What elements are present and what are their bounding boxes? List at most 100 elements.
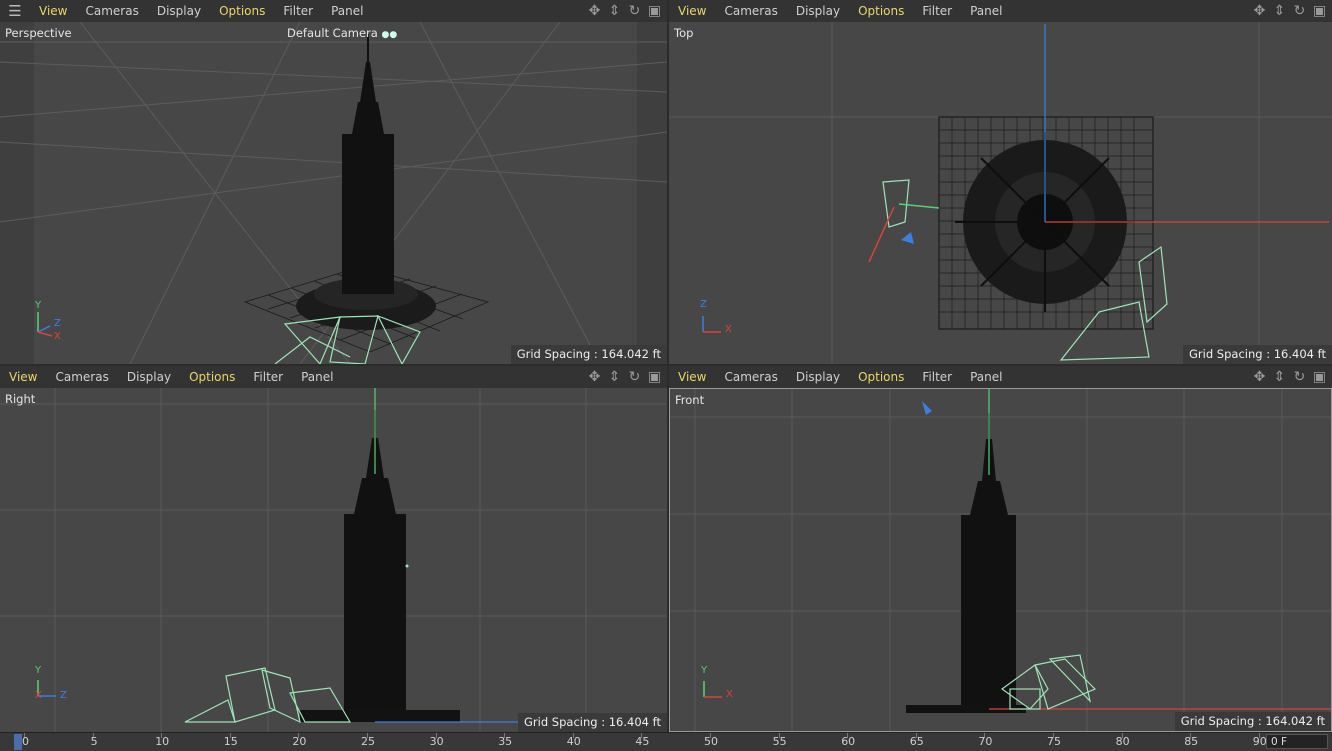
grid-spacing-readout: Grid Spacing : 164.042 ft [1174, 712, 1331, 731]
timeline-tick-label: 15 [223, 735, 238, 748]
timeline-tick-label: 60 [841, 735, 856, 748]
menu-display[interactable]: Display [787, 0, 849, 22]
timeline-tick-label: 45 [635, 735, 650, 748]
maximize-icon[interactable]: ▣ [646, 2, 663, 19]
menu-options[interactable]: Options [849, 0, 913, 22]
menu-cameras[interactable]: Cameras [76, 0, 147, 22]
viewport-menu-bar: View Cameras Display Options Filter Pane… [669, 366, 1332, 388]
menu-filter[interactable]: Filter [913, 0, 961, 22]
timeline-tick-label: 75 [1047, 735, 1061, 748]
rotate-icon[interactable]: ↻ [1291, 2, 1308, 19]
timeline-tick-label: 25 [361, 735, 375, 748]
axis-z-label: Z [700, 299, 707, 310]
menu-view[interactable]: View [0, 366, 46, 388]
axis-y-label: Y [701, 665, 708, 676]
viewport-canvas[interactable]: Perspective Default Camera ●● Y Z X Grid… [0, 22, 667, 364]
axis-y-label: Y [35, 300, 42, 311]
timeline-tick-label: 20 [292, 735, 307, 748]
menu-display[interactable]: Display [787, 366, 849, 388]
move-icon[interactable]: ✥ [1251, 368, 1268, 385]
rotate-icon[interactable]: ↻ [626, 2, 643, 19]
maximize-icon[interactable]: ▣ [1311, 368, 1328, 385]
axis-x-label: X [725, 324, 732, 335]
axis-x-label: X [726, 689, 733, 700]
menu-view[interactable]: View [669, 0, 715, 22]
move-icon[interactable]: ✥ [586, 2, 603, 19]
timeline-tick-label: 10 [155, 735, 170, 748]
viewport-canvas[interactable]: Right Y X Z Grid Spacing : 16.404 ft [0, 388, 667, 732]
menu-view[interactable]: View [30, 0, 76, 22]
axis-x-label: X [54, 331, 61, 342]
timeline-tick-label: 50 [704, 735, 718, 748]
menu-filter[interactable]: Filter [913, 366, 961, 388]
viewport-perspective[interactable]: ☰ View Cameras Display Options Filter Pa… [0, 0, 667, 364]
menu-options[interactable]: Options [210, 0, 274, 22]
zoom-icon[interactable]: ⇕ [1271, 2, 1288, 19]
camera-name: Default Camera [287, 26, 378, 40]
camera-label[interactable]: Default Camera ●● [287, 26, 397, 40]
rotate-icon[interactable]: ↻ [1291, 368, 1308, 385]
move-icon[interactable]: ✥ [586, 368, 603, 385]
menu-panel[interactable]: Panel [292, 366, 342, 388]
hamburger-menu-icon[interactable]: ☰ [0, 0, 30, 22]
viewport-menu-bar: View Cameras Display Options Filter Pane… [0, 366, 667, 388]
menu-filter[interactable]: Filter [244, 366, 292, 388]
viewport-front[interactable]: View Cameras Display Options Filter Pane… [669, 366, 1332, 732]
menu-cameras[interactable]: Cameras [46, 366, 117, 388]
move-icon[interactable]: ✥ [1251, 2, 1268, 19]
viewport-right[interactable]: View Cameras Display Options Filter Pane… [0, 366, 667, 732]
axis-z-label: Z [60, 690, 67, 701]
playhead-marker[interactable] [14, 734, 22, 750]
timeline-tick-label: 90 [1252, 735, 1267, 748]
axis-y-label: Y [35, 665, 42, 676]
viewport-label: Perspective [5, 26, 72, 40]
menu-panel[interactable]: Panel [322, 0, 372, 22]
zoom-icon[interactable]: ⇕ [606, 368, 623, 385]
menu-filter[interactable]: Filter [274, 0, 322, 22]
grid-spacing-readout: Grid Spacing : 164.042 ft [510, 345, 667, 364]
menu-panel[interactable]: Panel [961, 0, 1011, 22]
viewport-canvas[interactable]: Front Y X Grid Spacing : 164.042 ft [669, 388, 1332, 732]
right-scene [0, 388, 667, 732]
front-scene [670, 389, 1331, 731]
viewport-top[interactable]: View Cameras Display Options Filter Pane… [669, 0, 1332, 364]
top-scene [669, 22, 1332, 364]
timeline-tick-label: 65 [909, 735, 924, 748]
current-frame-field[interactable]: 0 F [1266, 734, 1328, 749]
viewport-canvas[interactable]: Top Z X Grid Spacing : 16.404 ft [669, 22, 1332, 364]
zoom-icon[interactable]: ⇕ [606, 2, 623, 19]
menu-cameras[interactable]: Cameras [715, 366, 786, 388]
grid-spacing-readout: Grid Spacing : 16.404 ft [518, 713, 667, 732]
rotate-icon[interactable]: ↻ [626, 368, 643, 385]
menu-options[interactable]: Options [849, 366, 913, 388]
viewport-label: Front [675, 393, 705, 407]
timeline-tick-label: 70 [978, 735, 993, 748]
grid-spacing-readout: Grid Spacing : 16.404 ft [1183, 345, 1332, 364]
zoom-icon[interactable]: ⇕ [1271, 368, 1288, 385]
maximize-icon[interactable]: ▣ [1311, 2, 1328, 19]
menu-panel[interactable]: Panel [961, 366, 1011, 388]
axis-x-label: X [35, 690, 42, 701]
viewport-label: Right [5, 392, 36, 406]
timeline-tick-label: 85 [1184, 735, 1199, 748]
timeline-ruler[interactable]: 0 5 10 15 20 25 30 35 40 45 50 55 60 65 70 75 80 85 90 0 F [0, 732, 1332, 751]
timeline-tick-label: 40 [566, 735, 581, 748]
perspective-scene [0, 22, 667, 364]
axis-z-label: Z [54, 318, 61, 329]
viewport-label: Top [674, 26, 694, 40]
timeline-tick-label: 5 [90, 735, 98, 748]
timeline-tick-label: 80 [1115, 735, 1130, 748]
timeline-tick-label: 30 [429, 735, 444, 748]
timeline-tick-label: 55 [772, 735, 787, 748]
timeline-tick-label: 0 [22, 735, 29, 748]
camera-icon: ●● [381, 30, 398, 40]
menu-display[interactable]: Display [148, 0, 210, 22]
menu-cameras[interactable]: Cameras [715, 0, 786, 22]
menu-options[interactable]: Options [180, 366, 244, 388]
menu-display[interactable]: Display [118, 366, 180, 388]
viewport-menu-bar: ☰ View Cameras Display Options Filter Pa… [0, 0, 667, 22]
maximize-icon[interactable]: ▣ [646, 368, 663, 385]
menu-view[interactable]: View [669, 366, 715, 388]
timeline-tick-label: 35 [498, 735, 513, 748]
viewport-menu-bar: View Cameras Display Options Filter Pane… [669, 0, 1332, 22]
